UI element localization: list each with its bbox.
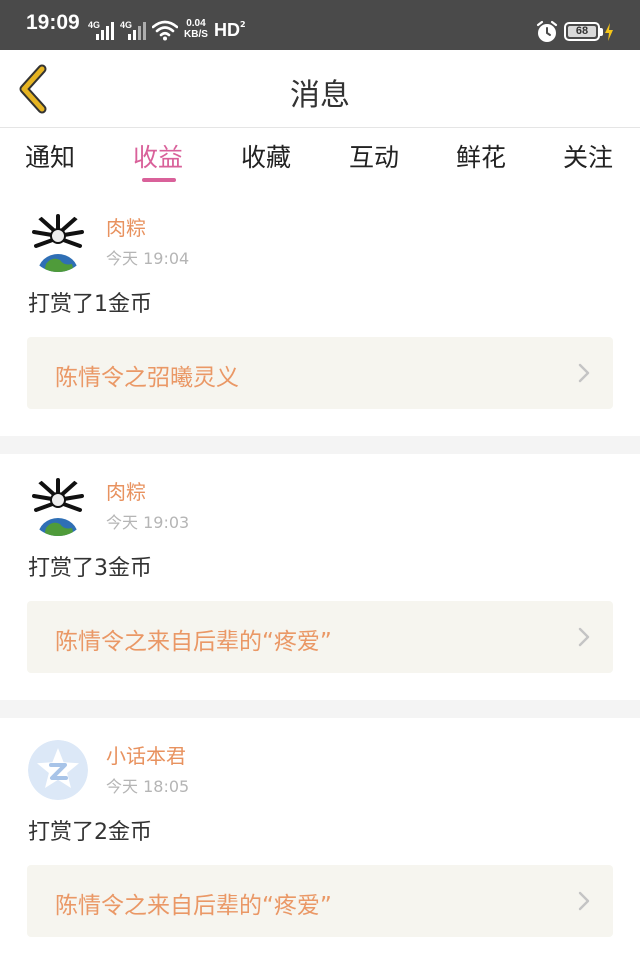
message-text: 打赏了1金币 <box>28 292 152 317</box>
message-text: 打赏了3金币 <box>28 556 152 581</box>
signal-2-icon: 4G <box>120 20 148 40</box>
book-link[interactable]: 陈情令之来自后辈的“疼爱” <box>27 601 613 673</box>
message-time: 今天 19:03 <box>106 513 190 532</box>
tab-following[interactable]: 关注 <box>563 138 613 174</box>
chevron-right-icon <box>578 891 590 911</box>
signal-1-icon: 4G <box>88 20 116 40</box>
charging-bolt-icon <box>605 23 613 41</box>
user-name[interactable]: 小话本君 <box>106 740 186 769</box>
user-avatar-earth-icon[interactable] <box>28 212 88 272</box>
user-name[interactable]: 肉粽 <box>106 476 146 505</box>
active-tab-indicator <box>142 178 176 182</box>
status-bar: 19:09 4G 4G 0.04 KB/S HD 2 68 <box>0 0 640 50</box>
tab-flowers[interactable]: 鲜花 <box>456 138 506 174</box>
user-avatar-earth-icon[interactable] <box>28 476 88 536</box>
message-card: 肉粽 今天 19:03 打赏了3金币 陈情令之来自后辈的“疼爱” <box>0 454 640 700</box>
user-name[interactable]: 肉粽 <box>106 212 146 241</box>
message-card: 肉粽 今天 19:04 打赏了1金币 陈情令之弨曦灵义 <box>0 190 640 436</box>
tab-earnings[interactable]: 收益 <box>133 138 183 174</box>
message-text: 打赏了2金币 <box>28 820 152 845</box>
tab-interactions[interactable]: 互动 <box>349 138 399 174</box>
alarm-icon <box>536 20 558 42</box>
tab-bar: 通知 收益 收藏 互动 鲜花 关注 <box>0 128 640 190</box>
book-title: 陈情令之来自后辈的“疼爱” <box>55 893 332 919</box>
default-avatar-z-icon[interactable] <box>28 740 88 800</box>
message-time: 今天 19:04 <box>106 249 190 268</box>
battery-level: 68 <box>568 26 596 37</box>
chevron-right-icon <box>578 627 590 647</box>
tab-favorites[interactable]: 收藏 <box>241 138 291 174</box>
tab-notifications[interactable]: 通知 <box>25 138 75 174</box>
page-title: 消息 <box>290 78 350 113</box>
book-title: 陈情令之弨曦灵义 <box>55 365 239 391</box>
book-link[interactable]: 陈情令之来自后辈的“疼爱” <box>27 865 613 937</box>
hd-sub-indicator: 2 <box>240 20 246 29</box>
status-time: 19:09 <box>26 11 80 34</box>
card-divider <box>0 436 640 454</box>
book-title: 陈情令之来自后辈的“疼爱” <box>55 629 332 655</box>
battery-icon: 68 <box>564 22 600 41</box>
message-time: 今天 18:05 <box>106 777 190 796</box>
network-type-1: 4G <box>88 20 101 30</box>
network-speed: 0.04 KB/S <box>184 18 208 40</box>
chevron-right-icon <box>578 363 590 383</box>
card-divider <box>0 700 640 718</box>
network-type-2: 4G <box>120 20 133 30</box>
book-link[interactable]: 陈情令之弨曦灵义 <box>27 337 613 409</box>
header-bar: 消息 <box>0 50 640 128</box>
message-card: 小话本君 今天 18:05 打赏了2金币 陈情令之来自后辈的“疼爱” <box>0 718 640 960</box>
hd-indicator: HD <box>214 20 240 40</box>
wifi-icon <box>152 20 178 41</box>
